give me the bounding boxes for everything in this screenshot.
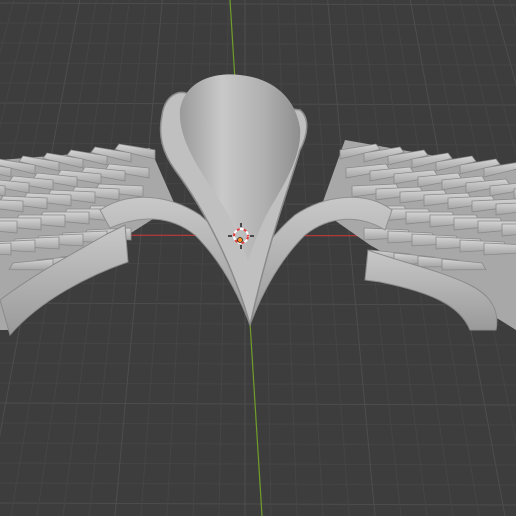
feather	[495, 202, 516, 216]
viewport-canvas[interactable]	[0, 0, 516, 516]
object-origin-icon	[237, 237, 243, 243]
3d-viewport[interactable]	[0, 0, 516, 516]
grid-row-line	[0, 342, 516, 346]
grid-row-line	[0, 382, 516, 386]
feather	[483, 242, 516, 256]
grid-row-line	[0, 42, 516, 46]
grid-column-line	[294, 0, 324, 516]
grid-row-line	[0, 502, 516, 506]
feather	[0, 242, 12, 256]
grid-column-line	[140, 0, 180, 516]
grid-column-line	[192, 0, 213, 516]
grid-row-line	[0, 422, 516, 426]
feather	[0, 220, 18, 234]
left-wing[interactable]	[0, 143, 175, 337]
grid-row-line	[0, 22, 516, 26]
grid-row-line	[0, 62, 516, 66]
grid-column-line	[310, 0, 350, 516]
grid-row-line	[0, 462, 516, 466]
grid-row-line	[0, 482, 516, 486]
feather	[501, 223, 516, 237]
grid-row-line	[0, 2, 516, 6]
grid-row-line	[0, 362, 516, 366]
grid-row-line	[0, 322, 516, 326]
grid-column-line	[166, 0, 196, 516]
